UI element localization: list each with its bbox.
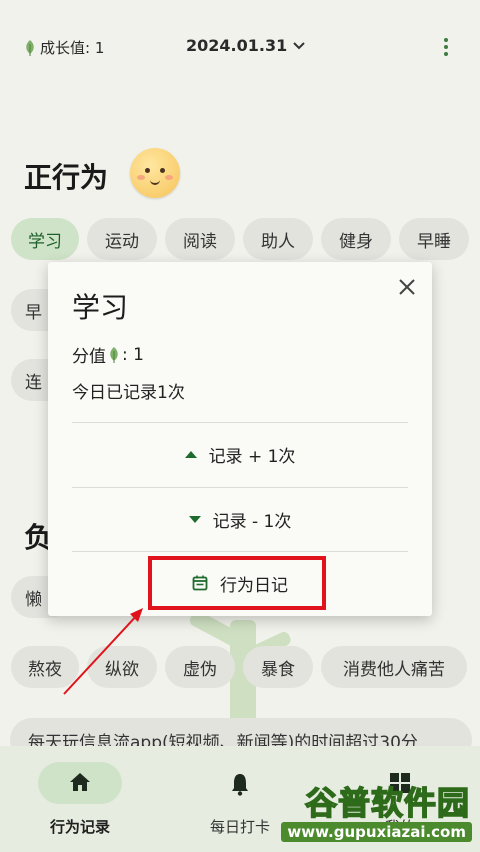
site-watermark: 谷普软件园 www.gupuxiazai.com <box>262 778 474 848</box>
watermark-logo-text: 谷普软件园 <box>304 783 470 823</box>
watermark-url: www.gupuxiazai.com <box>281 822 472 842</box>
annotation-arrow <box>63 608 143 695</box>
